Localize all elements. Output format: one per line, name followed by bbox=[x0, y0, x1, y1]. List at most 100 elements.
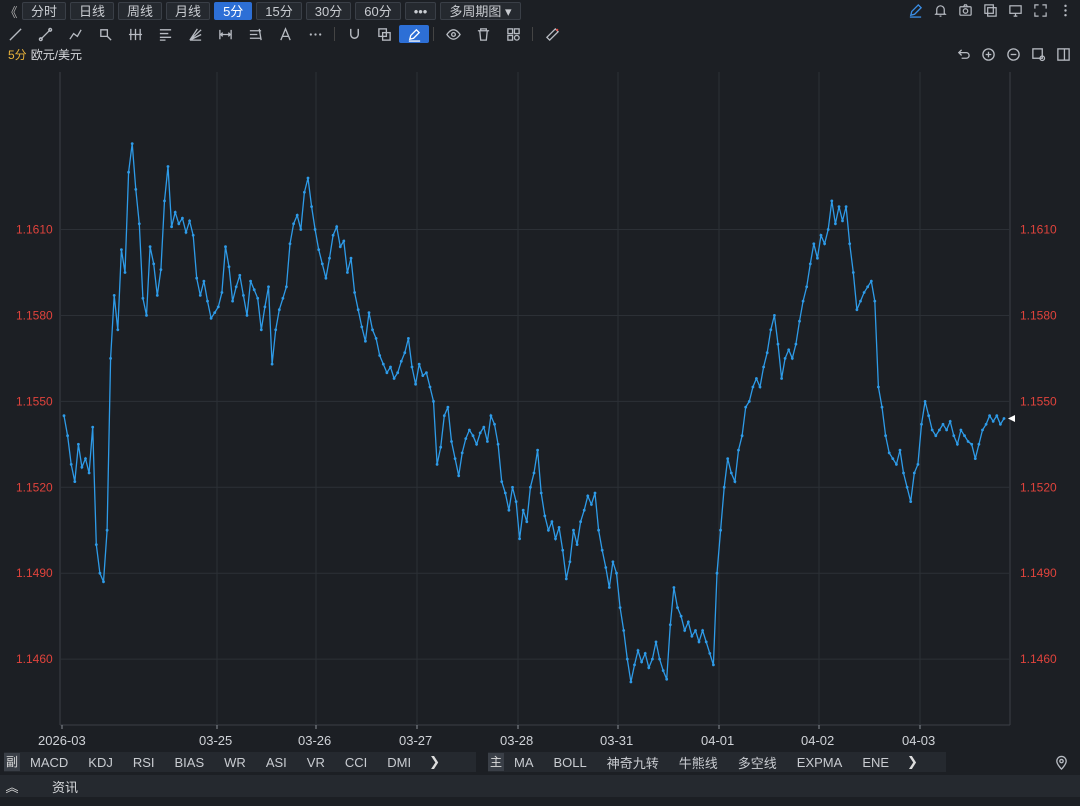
price-point bbox=[823, 242, 826, 246]
indicator-bar: 副 MACD KDJ RSI BIAS WR ASI VR CCI DMI ❯ … bbox=[0, 751, 1080, 773]
price-point bbox=[647, 666, 651, 670]
price-point bbox=[704, 640, 708, 644]
price-point bbox=[109, 357, 112, 360]
shape-tool-icon[interactable] bbox=[90, 23, 120, 45]
price-point bbox=[371, 328, 374, 332]
ruler-icon[interactable] bbox=[537, 23, 567, 45]
fibonacci-tool-icon[interactable] bbox=[150, 23, 180, 45]
price-point bbox=[575, 543, 579, 546]
multi-period-dropdown[interactable]: 多周期图 ▾ bbox=[440, 2, 521, 20]
polyline-tool-icon[interactable] bbox=[60, 23, 90, 45]
indicator-cci[interactable]: CCI bbox=[335, 755, 377, 770]
scroll-right-icon[interactable]: ❯ bbox=[421, 754, 448, 770]
indicator-macd[interactable]: MACD bbox=[20, 755, 78, 770]
gann-fan-tool-icon[interactable] bbox=[180, 23, 210, 45]
price-point bbox=[281, 296, 285, 300]
x-tick-label: 03-27 bbox=[399, 733, 432, 748]
price-point bbox=[62, 414, 66, 418]
layers-icon[interactable] bbox=[369, 23, 399, 45]
expand-news-icon[interactable]: ︽ bbox=[0, 777, 24, 796]
price-point bbox=[496, 442, 500, 446]
price-point bbox=[686, 620, 690, 624]
indicator-boll[interactable]: BOLL bbox=[544, 755, 597, 770]
price-point bbox=[514, 500, 518, 503]
indicator-vr[interactable]: VR bbox=[297, 755, 335, 770]
price-point bbox=[729, 471, 733, 475]
more-vertical-icon[interactable] bbox=[1057, 2, 1074, 19]
magnet-icon[interactable] bbox=[339, 23, 369, 45]
price-point bbox=[607, 586, 611, 589]
indicator-ene[interactable]: ENE bbox=[852, 755, 899, 770]
symbol-label: 5分 欧元/美元 bbox=[8, 46, 82, 63]
indicator-bull-bear-line[interactable]: 牛熊线 bbox=[669, 753, 728, 772]
undo-icon[interactable] bbox=[955, 46, 972, 63]
segment-tool-icon[interactable] bbox=[30, 23, 60, 45]
period-button-intraday[interactable]: 分时 bbox=[22, 2, 67, 20]
copy-icon[interactable] bbox=[982, 2, 999, 19]
period-button-5min[interactable]: 5分 bbox=[214, 2, 253, 20]
news-tab[interactable]: 资讯 bbox=[52, 777, 78, 796]
period-button-daily[interactable]: 日线 bbox=[70, 2, 115, 20]
price-point bbox=[285, 285, 288, 289]
more-periods-button[interactable]: ••• bbox=[404, 2, 437, 20]
indicator-wr[interactable]: WR bbox=[214, 755, 256, 770]
collapse-sidebar-icon[interactable]: 《 bbox=[0, 2, 22, 21]
zoom-out-icon[interactable] bbox=[1005, 46, 1022, 63]
camera-icon[interactable] bbox=[957, 2, 974, 19]
period-button-weekly[interactable]: 周线 bbox=[118, 2, 163, 20]
price-point bbox=[755, 377, 758, 380]
measure-tool-icon[interactable] bbox=[210, 23, 240, 45]
price-point bbox=[155, 294, 159, 297]
price-point bbox=[134, 188, 138, 191]
period-button-30min[interactable]: 30分 bbox=[305, 2, 352, 20]
chart-settings-icon[interactable] bbox=[1030, 46, 1047, 63]
eye-icon[interactable] bbox=[438, 23, 468, 45]
period-button-monthly[interactable]: 月线 bbox=[166, 2, 211, 20]
indicator-ma[interactable]: MA bbox=[504, 755, 544, 770]
text-tool-icon[interactable] bbox=[270, 23, 300, 45]
price-point bbox=[202, 279, 206, 283]
price-point bbox=[941, 422, 945, 426]
price-point bbox=[880, 405, 884, 409]
price-point bbox=[511, 485, 514, 489]
period-button-15min[interactable]: 15分 bbox=[256, 2, 302, 20]
indicator-kdj[interactable]: KDJ bbox=[78, 755, 123, 770]
indicator-asi[interactable]: ASI bbox=[256, 755, 297, 770]
pitchfork-tool-icon[interactable] bbox=[120, 23, 150, 45]
split-view-icon[interactable] bbox=[1055, 46, 1072, 63]
scroll-right-icon[interactable]: ❯ bbox=[899, 754, 926, 770]
wave-tool-icon[interactable] bbox=[240, 23, 270, 45]
price-point bbox=[209, 316, 213, 320]
more-tools-icon[interactable] bbox=[300, 23, 330, 45]
price-point bbox=[385, 371, 389, 375]
price-point bbox=[948, 420, 952, 423]
bell-icon[interactable] bbox=[932, 2, 949, 19]
monitor-icon[interactable] bbox=[1007, 2, 1024, 19]
indicator-long-short-line[interactable]: 多空线 bbox=[728, 753, 787, 772]
indicator-dmi[interactable]: DMI bbox=[377, 755, 421, 770]
price-point bbox=[834, 222, 837, 226]
price-point bbox=[930, 428, 934, 432]
pencil-icon[interactable] bbox=[907, 2, 924, 19]
fullscreen-icon[interactable] bbox=[1032, 2, 1049, 19]
indicator-bias[interactable]: BIAS bbox=[165, 755, 215, 770]
draw-mode-icon[interactable] bbox=[399, 25, 429, 43]
location-pin-icon[interactable] bbox=[1053, 754, 1070, 771]
trash-icon[interactable] bbox=[468, 23, 498, 45]
price-chart[interactable]: 1.1610 1.1580 1.1550 1.1520 1.1490 1.1460 1.1… bbox=[0, 66, 1080, 750]
price-point bbox=[708, 652, 712, 655]
price-point bbox=[701, 629, 704, 632]
grid-settings-icon[interactable] bbox=[498, 23, 528, 45]
period-button-60min[interactable]: 60分 bbox=[355, 2, 401, 20]
price-point bbox=[672, 586, 676, 589]
price-point bbox=[798, 319, 801, 323]
zoom-in-icon[interactable] bbox=[980, 46, 997, 63]
indicator-rsi[interactable]: RSI bbox=[123, 755, 165, 770]
indicator-expma[interactable]: EXPMA bbox=[787, 755, 853, 770]
price-point bbox=[270, 362, 274, 366]
price-point bbox=[844, 205, 848, 209]
line-tool-icon[interactable] bbox=[0, 23, 30, 45]
indicator-magic-nine[interactable]: 神奇九转 bbox=[597, 753, 669, 772]
price-point bbox=[242, 294, 245, 297]
price-point bbox=[719, 528, 722, 532]
